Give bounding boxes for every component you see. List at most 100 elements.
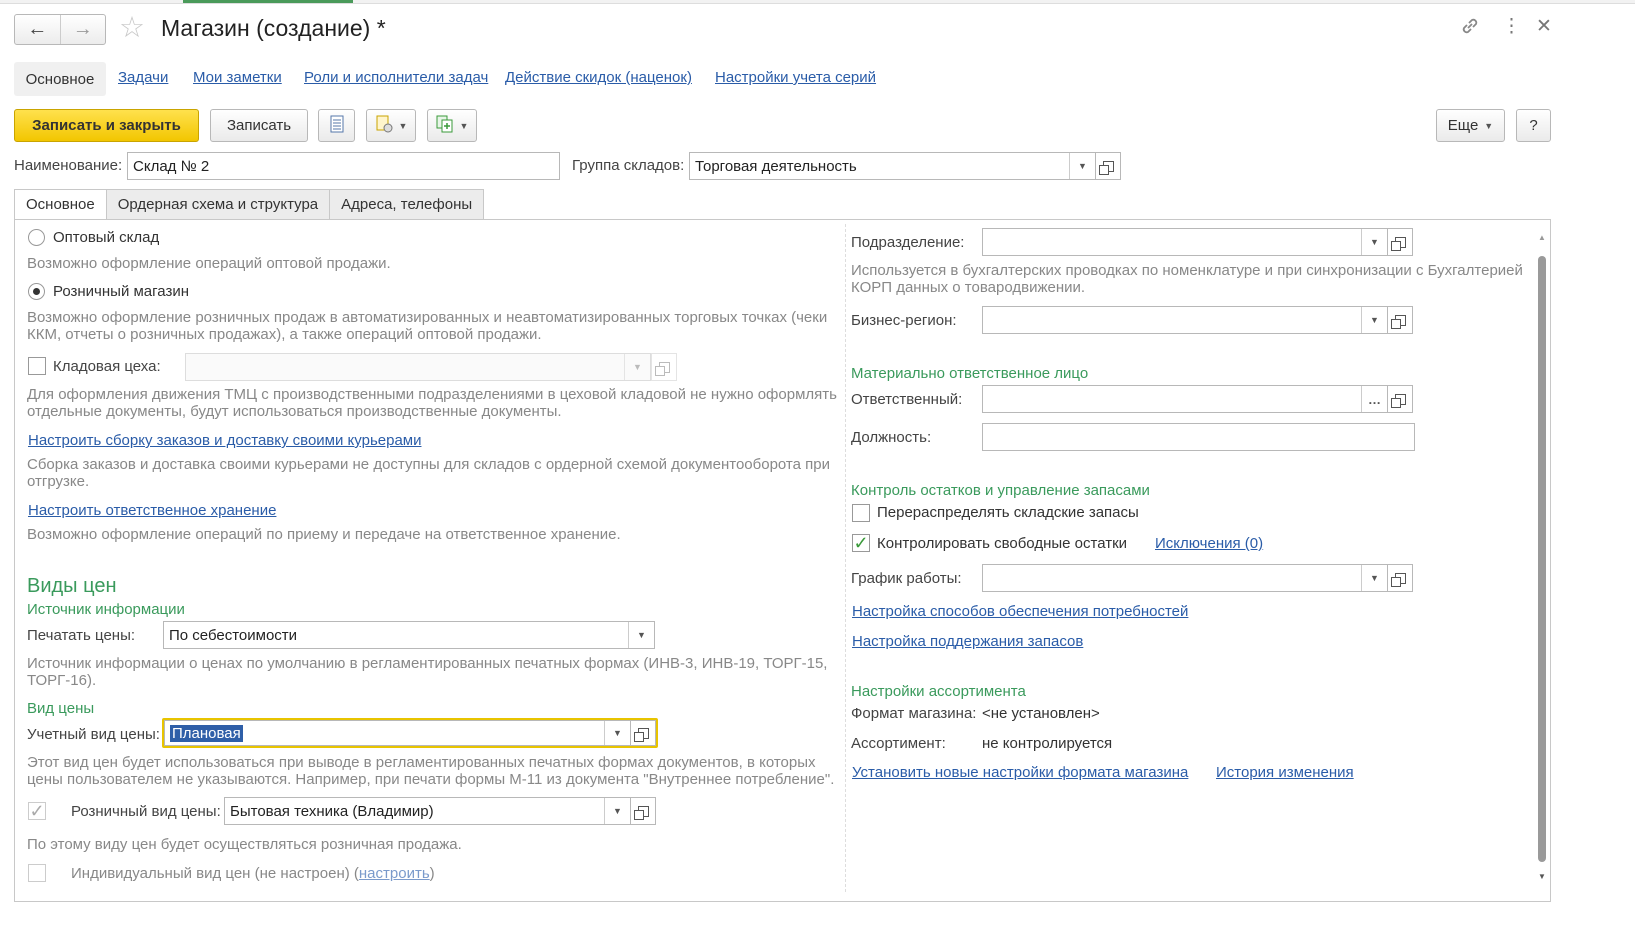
section-main[interactable]: Основное (14, 62, 106, 96)
save-and-close-button[interactable]: Записать и закрыть (14, 109, 199, 142)
retail-price-checkbox: ✓ (28, 801, 46, 821)
print-menu-button[interactable]: ▼ (366, 109, 416, 142)
control-label: Контролировать свободные остатки (877, 535, 1128, 552)
region-select[interactable]: ▼ (982, 306, 1388, 334)
account-price-select[interactable]: Плановая ▼ (164, 720, 631, 746)
chevron-down-icon[interactable]: ▼ (604, 798, 630, 824)
individual-setup-link[interactable]: настроить (359, 865, 430, 882)
exceptions-link[interactable]: Исключения (0) (1155, 535, 1263, 552)
window-title: Магазин (создание) * (161, 15, 386, 41)
section-tasks[interactable]: Задачи (118, 69, 168, 86)
supply-link[interactable]: Настройка способов обеспечения потребнос… (852, 603, 1188, 620)
retail-hint-1: Возможно оформление розничных продаж в а… (27, 309, 828, 326)
history-link[interactable]: История изменения (1216, 764, 1354, 781)
responsible-input[interactable]: … (982, 385, 1388, 413)
name-label: Наименование: (14, 157, 123, 174)
assortment-heading: Настройки ассортимента (851, 683, 1026, 700)
retail-radio[interactable] (28, 283, 45, 300)
format-value: <не установлен> (982, 705, 1100, 722)
more-button[interactable]: Еще ▼ (1436, 109, 1505, 142)
name-input[interactable]: Склад № 2 (127, 152, 560, 180)
scroll-down-icon[interactable]: ▼ (1538, 872, 1546, 881)
open-schedule-button[interactable] (1387, 564, 1413, 592)
open-icon (633, 805, 649, 820)
more-label: Еще (1447, 117, 1479, 134)
workshop-hint-2: отдельные документы, будут использоватьс… (27, 403, 562, 420)
position-input[interactable] (982, 423, 1415, 451)
open-icon (1390, 314, 1406, 329)
stock-support-link[interactable]: Настройка поддержания запасов (852, 633, 1083, 650)
control-checkbox[interactable]: ✓ (852, 534, 870, 552)
chevron-down-icon[interactable]: ▼ (604, 721, 630, 745)
retail-price-select[interactable]: Бытовая техника (Владимир) ▼ (224, 797, 631, 825)
mol-heading: Материально ответственное лицо (851, 365, 1089, 382)
section-roles[interactable]: Роли и исполнители задач (304, 69, 488, 86)
arrow-right-icon[interactable]: → (59, 15, 106, 44)
open-retail-price-button[interactable] (630, 797, 656, 825)
section-notes[interactable]: Мои заметки (193, 69, 282, 86)
workshop-checkbox[interactable] (28, 357, 46, 375)
division-label: Подразделение: (851, 234, 965, 251)
chevron-down-icon[interactable]: ▼ (1069, 153, 1095, 179)
vertical-dots-icon[interactable]: ⋮ (1502, 15, 1521, 39)
close-icon[interactable]: ✕ (1536, 15, 1552, 39)
open-division-button[interactable] (1387, 228, 1413, 256)
tab-order-scheme[interactable]: Ордерная схема и структура (105, 189, 331, 220)
window-top-strip (0, 0, 1635, 4)
retail-price-label: Розничный вид цены: (71, 803, 221, 820)
open-icon (1390, 572, 1406, 587)
schedule-label: График работы: (851, 570, 962, 587)
assortment-value: не контролируется (982, 735, 1113, 752)
print-prices-value: По себестоимости (169, 626, 298, 644)
retail-price-hint: По этому виду цен будет осуществляться р… (27, 836, 462, 853)
redistribute-label: Перераспределять складские запасы (877, 504, 1139, 521)
redistribute-checkbox[interactable] (852, 504, 870, 522)
open-account-price-button[interactable] (630, 720, 656, 746)
save-button[interactable]: Записать (210, 109, 308, 142)
wholesale-radio[interactable] (28, 229, 45, 246)
print-prices-select[interactable]: По себестоимости ▼ (163, 621, 655, 649)
scrollbar-thumb[interactable] (1538, 256, 1546, 862)
group-select[interactable]: Торговая деятельность ▼ (689, 152, 1096, 180)
history-nav: ← → (14, 14, 106, 45)
open-icon (654, 361, 670, 376)
new-format-link[interactable]: Установить новые настройки формата магаз… (852, 764, 1188, 781)
courier-link[interactable]: Настроить сборку заказов и доставку свои… (28, 432, 421, 449)
price-type-heading: Вид цены (27, 700, 95, 717)
list-icon (330, 115, 344, 137)
scroll-up-icon[interactable]: ▲ (1538, 233, 1546, 242)
open-responsible-button[interactable] (1387, 385, 1413, 413)
print-prices-label: Печатать цены: (27, 627, 136, 644)
ellipsis-icon[interactable]: … (1361, 386, 1387, 412)
document-list-button[interactable] (318, 109, 355, 142)
open-region-button[interactable] (1387, 306, 1413, 334)
section-series[interactable]: Настройки учета серий (715, 69, 876, 86)
chevron-down-icon[interactable]: ▼ (1361, 565, 1387, 591)
workshop-hint-1: Для оформления движения ТМЦ с производст… (27, 386, 837, 403)
division-select[interactable]: ▼ (982, 228, 1388, 256)
prices-heading: Виды цен (27, 575, 117, 597)
link-icon[interactable] (1459, 15, 1481, 44)
chevron-down-icon: ▼ (624, 354, 650, 380)
chevron-down-icon[interactable]: ▼ (1361, 229, 1387, 255)
group-value: Торговая деятельность (695, 157, 857, 175)
create-based-on-button[interactable]: ▼ (427, 109, 477, 142)
division-hint-2: КОРП данных о товародвижении. (851, 279, 1086, 296)
wholesale-label: Оптовый склад (53, 229, 160, 246)
print-hint-1: Источник информации о ценах по умолчанию… (27, 655, 828, 672)
form-tabs: Основное Ордерная схема и структура Адре… (14, 189, 485, 220)
open-group-button[interactable] (1095, 152, 1121, 180)
chevron-down-icon[interactable]: ▼ (1361, 307, 1387, 333)
account-hint-2: цены пользователем не указываются. Напри… (27, 771, 835, 788)
chevron-down-icon[interactable]: ▼ (628, 622, 654, 648)
schedule-select[interactable]: ▼ (982, 564, 1388, 592)
workshop-label: Кладовая цеха: (53, 358, 161, 375)
individual-price-row: Индивидуальный вид цен (не настроен) (на… (71, 865, 435, 882)
tab-main[interactable]: Основное (14, 189, 107, 220)
star-icon[interactable]: ☆ (119, 13, 145, 43)
section-discounts[interactable]: Действие скидок (наценок) (505, 69, 692, 86)
help-button[interactable]: ? (1516, 109, 1551, 142)
tab-addresses[interactable]: Адреса, телефоны (329, 189, 485, 220)
storage-link[interactable]: Настроить ответственное хранение (28, 502, 276, 519)
arrow-left-icon[interactable]: ← (15, 15, 60, 44)
